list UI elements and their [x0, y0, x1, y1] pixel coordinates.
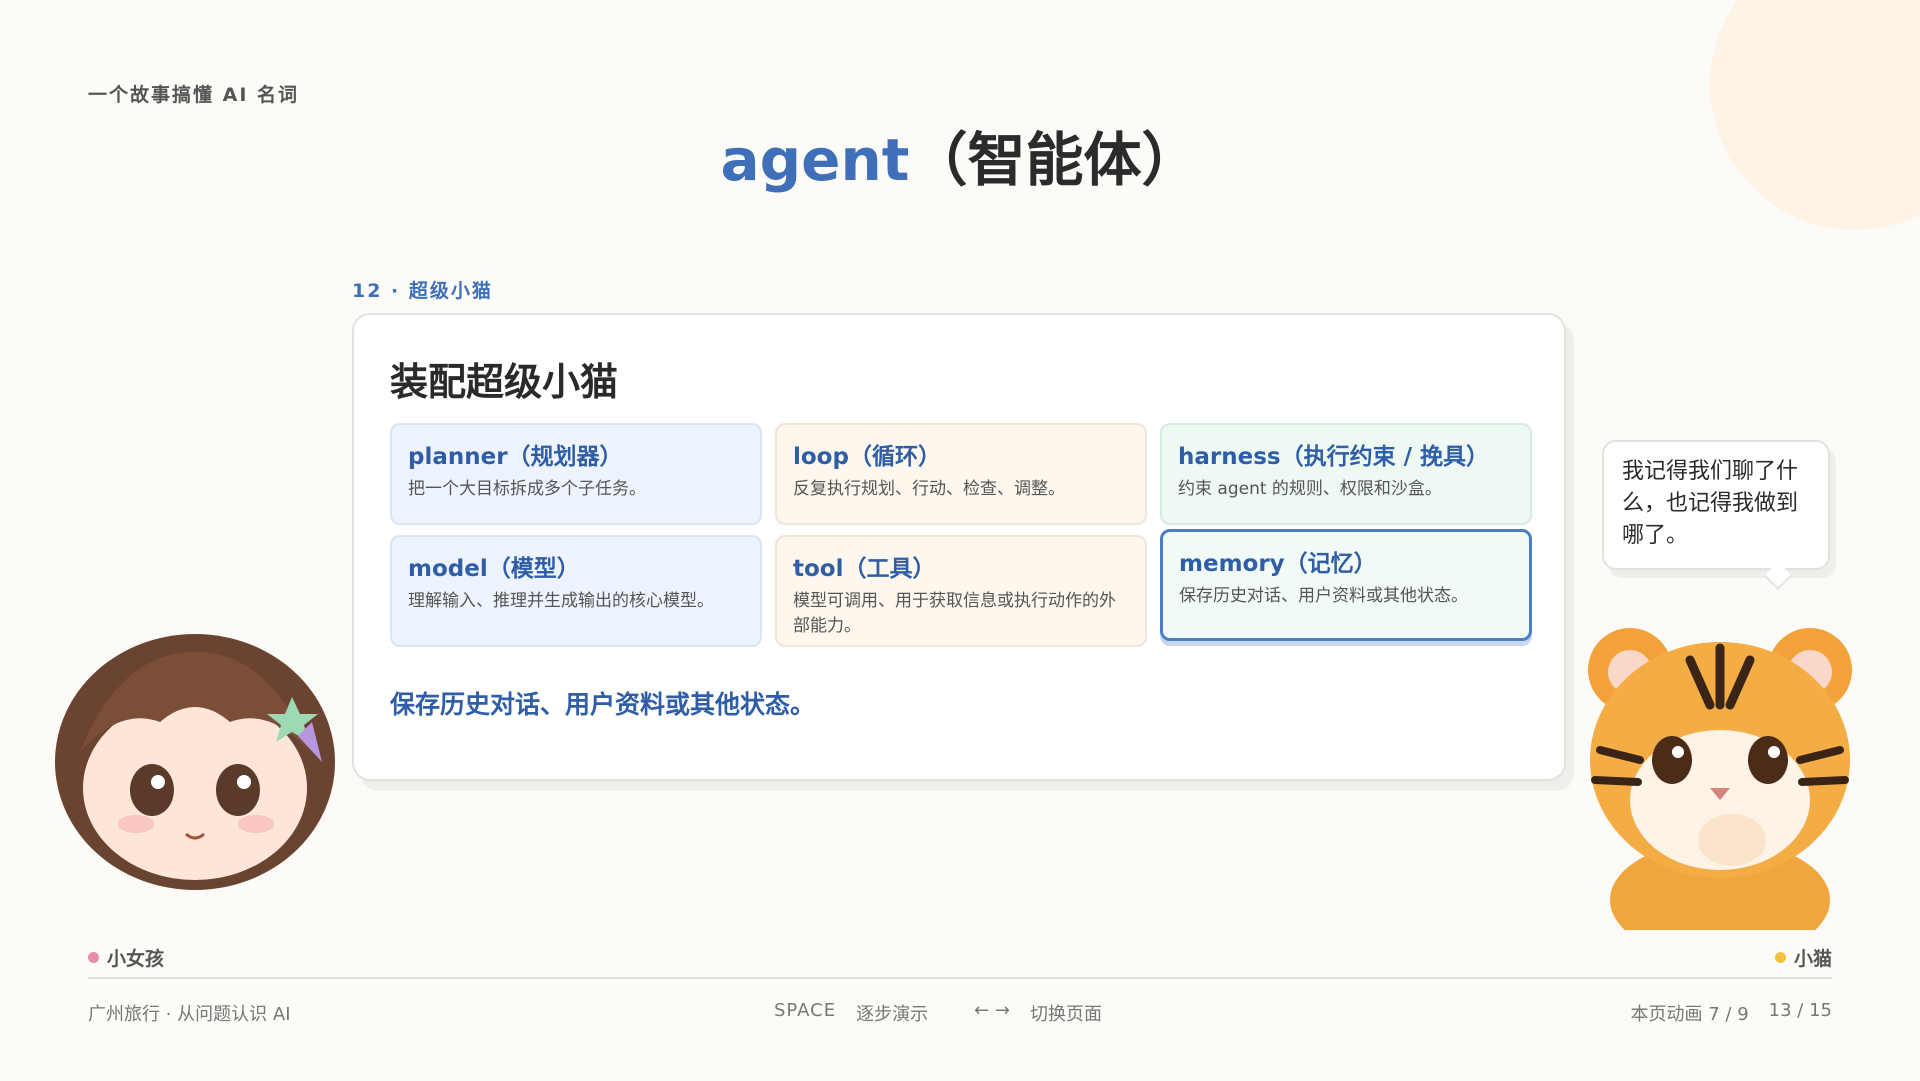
speaker-dot-pink	[88, 952, 99, 963]
speaker-dot-yellow	[1774, 952, 1786, 963]
component-card-loop[interactable]: loop（循环） 反复执行规划、行动、检查、调整。	[775, 423, 1147, 525]
speaker-right: 小猫	[1774, 944, 1832, 971]
component-name: model（模型）	[408, 556, 580, 582]
component-name: tool（工具）	[793, 556, 936, 582]
component-card-tool[interactable]: tool（工具） 模型可调用、用于获取信息或执行动作的外部能力。	[775, 535, 1147, 647]
section-kicker: 12 · 超级小猫	[352, 280, 493, 302]
footer-course-title: 广州旅行 · 从问题认识 AI	[88, 1004, 291, 1025]
component-name: planner（规划器）	[408, 444, 623, 470]
component-desc: 把一个大目标拆成多个子任务。	[408, 479, 646, 499]
title-en: agent	[720, 126, 910, 194]
page-progress: 13 / 15	[1768, 1000, 1832, 1021]
component-card-planner[interactable]: planner（规划器） 把一个大目标拆成多个子任务。	[390, 423, 762, 525]
component-desc: 理解输入、推理并生成输出的核心模型。	[408, 591, 714, 611]
component-desc: 约束 agent 的规则、权限和沙盒。	[1178, 479, 1442, 499]
girl-avatar	[55, 634, 335, 890]
highlight-text: 保存历史对话、用户资料或其他状态。	[390, 690, 816, 719]
component-card-memory[interactable]: memory（记忆） 保存历史对话、用户资料或其他状态。	[1160, 529, 1532, 641]
speaker-left-label: 小女孩	[107, 948, 165, 970]
speaker-left: 小女孩	[88, 944, 164, 971]
space-key-hint: SPACE	[774, 1000, 837, 1021]
arrow-action-hint: 切换页面	[1029, 1004, 1102, 1025]
series-label: 一个故事搞懂 AI 名词	[88, 84, 300, 106]
arrow-keys-icon: ← →	[974, 1000, 1010, 1021]
footer-divider	[88, 977, 1832, 979]
space-action-hint: 逐步演示	[856, 1004, 929, 1025]
card-title: 装配超级小猫	[390, 360, 619, 404]
component-card-harness[interactable]: harness（执行约束 / 挽具） 约束 agent 的规则、权限和沙盒。	[1160, 423, 1532, 525]
tiger-avatar	[1588, 628, 1852, 930]
page-title: agent（智能体）	[0, 120, 1920, 200]
component-desc: 保存历史对话、用户资料或其他状态。	[1179, 586, 1468, 606]
animation-progress: 本页动画 7 / 9	[1630, 1004, 1749, 1025]
footer-progress: 本页动画 7 / 9 13 / 15	[1631, 1000, 1832, 1026]
component-name: loop（循环）	[793, 444, 941, 470]
component-card-model[interactable]: model（模型） 理解输入、推理并生成输出的核心模型。	[390, 535, 762, 647]
component-desc: 反复执行规划、行动、检查、调整。	[793, 479, 1065, 499]
speech-bubble: 我记得我们聊了什么，也记得我做到哪了。	[1602, 440, 1830, 570]
component-desc: 模型可调用、用于获取信息或执行动作的外部能力。	[793, 591, 1116, 636]
component-grid: planner（规划器） 把一个大目标拆成多个子任务。 loop（循环） 反复执…	[390, 423, 1532, 649]
title-zh: （智能体）	[909, 126, 1200, 194]
component-name: memory（记忆）	[1179, 551, 1377, 577]
component-name: harness（执行约束 / 挽具）	[1178, 444, 1490, 470]
content-card: 装配超级小猫 planner（规划器） 把一个大目标拆成多个子任务。 loop（…	[352, 313, 1566, 781]
slide-page: 一个故事搞懂 AI 名词 agent（智能体） 12 · 超级小猫 装配超级小猫…	[0, 0, 1920, 1081]
speaker-right-label: 小猫	[1793, 948, 1832, 970]
keyboard-hints: SPACE 逐步演示 ← → 切换页面	[774, 1000, 1102, 1026]
